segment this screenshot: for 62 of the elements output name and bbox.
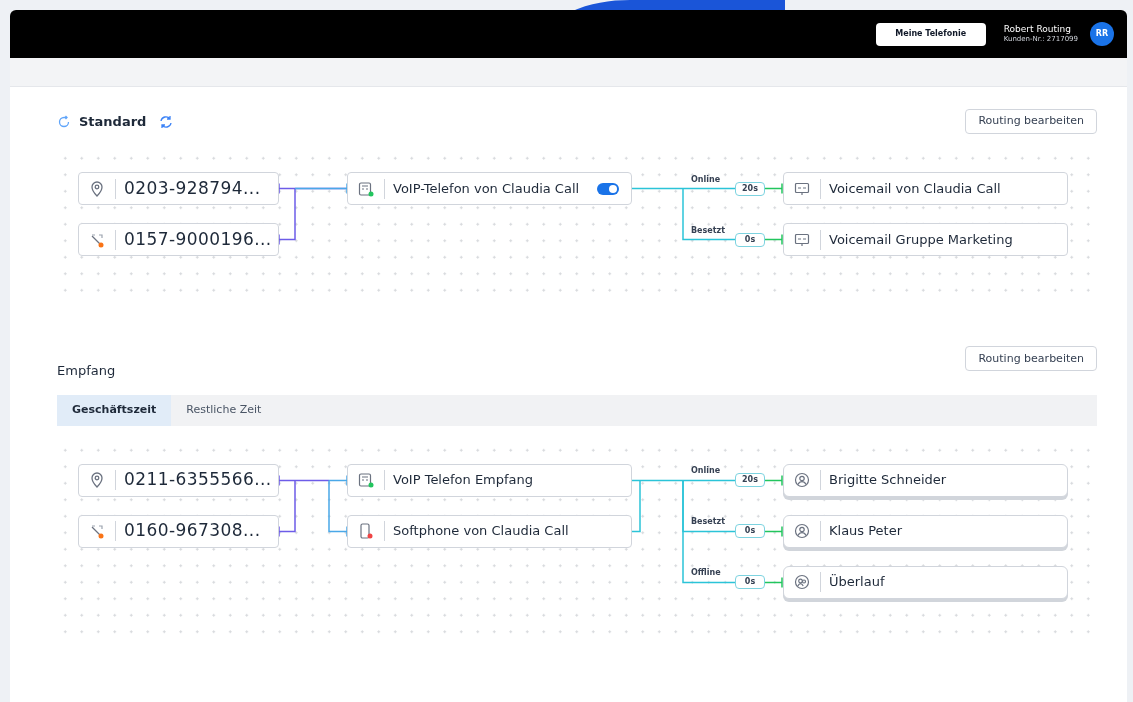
device-node[interactable]: VoIP Telefon Empfang <box>347 463 632 497</box>
target-name: Voicemail von Claudia Call <box>828 179 1001 198</box>
condition-label: Online <box>691 175 721 184</box>
connector-line <box>764 182 783 195</box>
phone-number: 0203-928794... <box>123 176 261 200</box>
tab[interactable]: Geschäftszeit <box>57 394 172 426</box>
phone-number-node[interactable]: 0160-967308... <box>78 514 279 548</box>
device-name: VoIP-Telefon von Claudia Call <box>392 179 581 198</box>
target-node[interactable]: Voicemail Gruppe Marketing <box>783 223 1068 256</box>
section-title: Standard <box>79 112 147 131</box>
delay-badge: 0s <box>735 575 765 589</box>
edit-routing-button[interactable]: Routing bearbeiten <box>965 346 1097 372</box>
user-avatar[interactable]: RR <box>1090 22 1114 46</box>
user-name: Robert Routing <box>1003 24 1072 36</box>
desk-phone-icon <box>358 472 374 488</box>
voicemail-icon <box>794 181 810 196</box>
target-node[interactable]: Überlauf <box>783 565 1068 599</box>
connector-line <box>764 233 783 246</box>
my-telephony-button[interactable]: Meine Telefonie <box>875 22 986 46</box>
connector-line <box>764 474 783 486</box>
device-node[interactable]: Softphone von Claudia Call <box>347 514 632 548</box>
phone-number-node[interactable]: 0203-928794... <box>78 172 279 205</box>
location-pin-icon <box>90 472 104 488</box>
section-title: Empfang <box>57 362 116 380</box>
voicemail-icon <box>794 232 810 247</box>
location-pin-icon <box>90 180 104 197</box>
phone-forward-icon <box>89 523 105 539</box>
connector-line <box>764 576 783 588</box>
target-node[interactable]: Brigitte Schneider <box>783 463 1068 497</box>
user-icon <box>794 472 810 488</box>
target-name: Brigitte Schneider <box>828 471 947 490</box>
connector-line <box>764 525 783 537</box>
smartphone-icon <box>359 523 373 539</box>
phone-number-node[interactable]: 0211-6355566... <box>78 463 279 497</box>
target-node[interactable]: Voicemail von Claudia Call <box>783 172 1068 205</box>
target-node[interactable]: Klaus Peter <box>783 514 1068 548</box>
condition-label: Besetzt <box>691 518 725 526</box>
target-name: Voicemail Gruppe Marketing <box>828 230 1013 249</box>
delay-badge: 20s <box>735 181 765 196</box>
group-icon <box>794 574 810 590</box>
condition-label: Online <box>691 467 721 475</box>
phone-number: 0160-967308... <box>123 519 261 543</box>
phone-number: 0211-6355566... <box>123 468 272 492</box>
edit-routing-button[interactable]: Routing bearbeiten <box>965 109 1097 134</box>
phone-number-node[interactable]: 0157-9000196... <box>78 223 279 256</box>
device-node[interactable]: VoIP-Telefon von Claudia Call <box>347 172 632 205</box>
condition-label: Offline <box>691 569 721 577</box>
phone-forward-icon <box>89 231 105 248</box>
target-name: Klaus Peter <box>828 522 903 541</box>
delay-badge: 0s <box>735 232 765 247</box>
refresh-icon <box>57 114 71 129</box>
delay-badge: 0s <box>735 524 765 538</box>
device-name: Softphone von Claudia Call <box>392 522 570 541</box>
desk-phone-icon <box>358 180 374 197</box>
toggle-switch[interactable] <box>597 182 619 195</box>
tab[interactable]: Restliche Zeit <box>171 394 277 426</box>
target-name: Überlauf <box>828 573 885 592</box>
device-name: VoIP Telefon Empfang <box>392 471 535 490</box>
condition-label: Besetzt <box>691 226 725 235</box>
phone-number: 0157-9000196... <box>123 227 272 251</box>
user-icon <box>794 523 810 539</box>
delay-badge: 20s <box>735 473 765 487</box>
